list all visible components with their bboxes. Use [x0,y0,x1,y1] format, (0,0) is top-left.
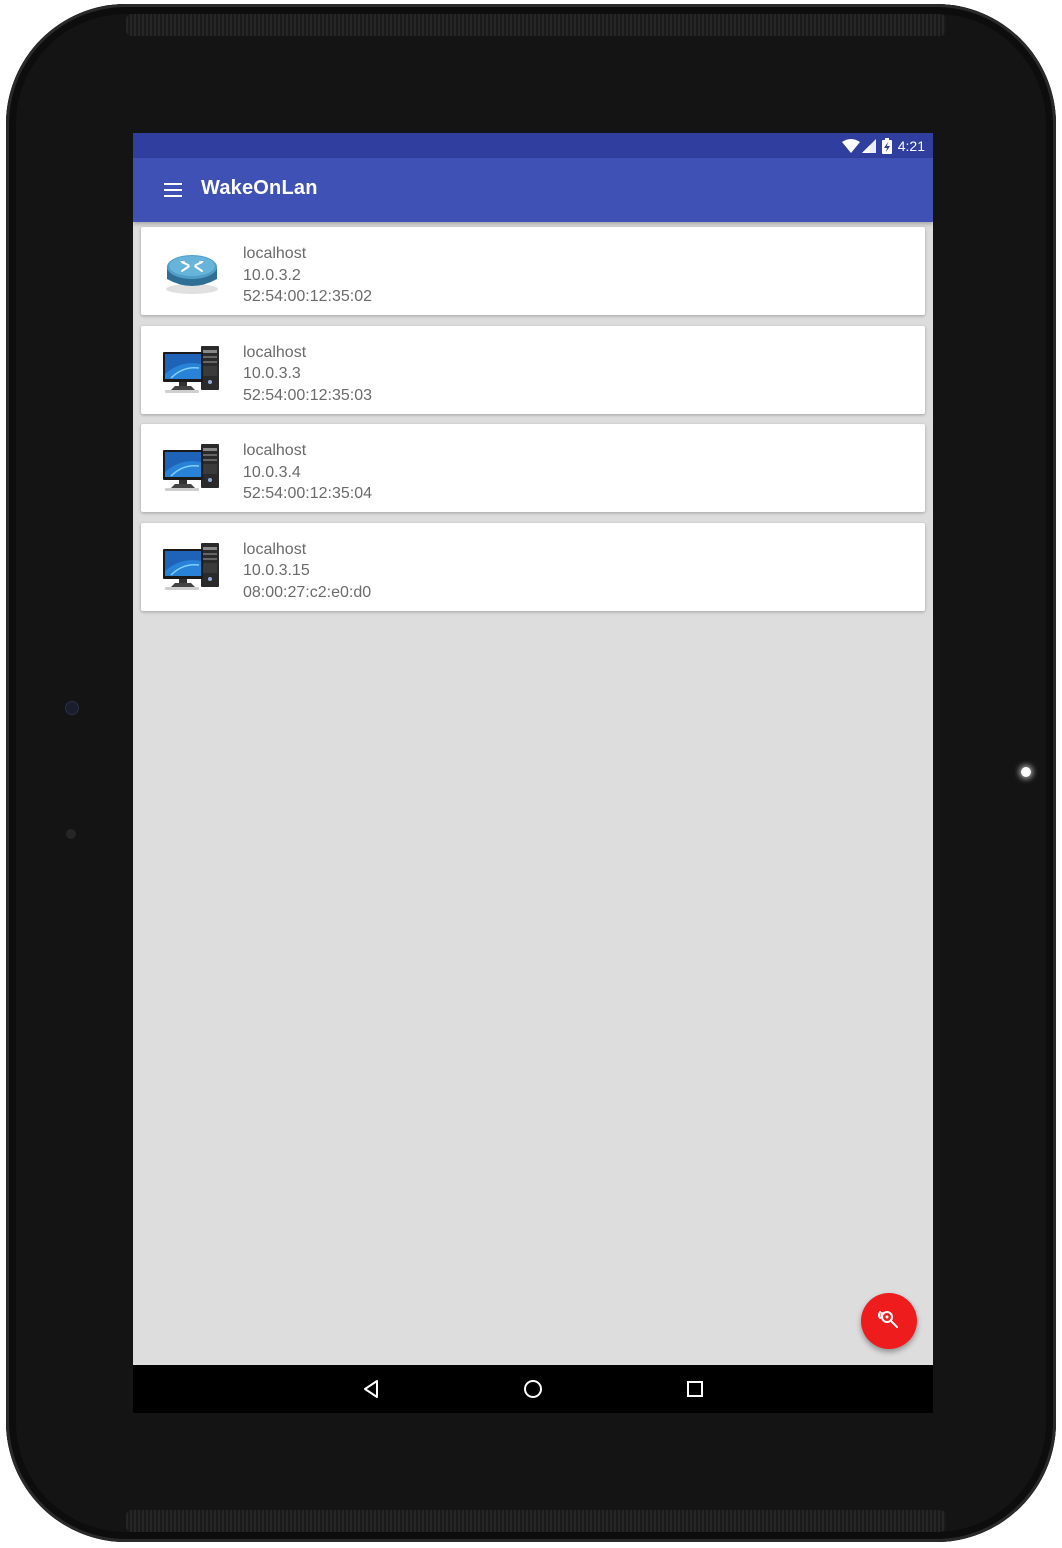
device-info: localhost 10.0.3.2 52:54:00:12:35:02 [243,243,372,308]
network-search-icon [877,1307,901,1336]
device-hostname: localhost [243,245,307,262]
wifi-icon [841,139,860,153]
device-ip: 10.0.3.2 [243,266,301,284]
cell-signal-icon [861,139,876,153]
device-mac: 52:54:00:12:35:04 [243,485,373,502]
top-speaker-grille [126,14,946,36]
router-icon [161,245,223,297]
app-bar: WakeOnLan [133,158,933,222]
back-icon[interactable] [355,1373,387,1405]
hamburger-menu-icon[interactable] [157,174,189,206]
device-info: localhost 10.0.3.3 52:54:00:12:35:03 [243,342,372,407]
device-ip: 10.0.3.4 [243,463,301,481]
computer-icon [161,442,223,494]
device-mac: 08:00:27:c2:e0:d0 [243,583,372,601]
device-list: localhost 10.0.3.2 52:54:00:12:35:02 loc… [141,227,925,621]
device-hostname: localhost [243,540,307,558]
status-time: 4:21 [897,138,925,154]
front-sensor [65,701,79,715]
device-card[interactable]: localhost 10.0.3.4 52:54:00:12:35:04 [141,424,925,512]
home-icon[interactable] [517,1373,549,1405]
light-sensor [66,829,76,839]
status-icons: 4:21 [841,136,925,156]
navigation-bar [133,1365,933,1413]
app-screen: 4:21 WakeOnLan localhost 10.0.3.2 52:54:… [133,133,933,1413]
camera-led [1021,767,1031,777]
device-info: localhost 10.0.3.15 08:00:27:c2:e0:d0 [243,539,371,604]
device-card[interactable]: localhost 10.0.3.2 52:54:00:12:35:02 [141,227,925,315]
app-title: WakeOnLan [201,177,318,199]
device-hostname: localhost [243,343,307,361]
bottom-speaker-grille [126,1510,946,1532]
device-card[interactable]: localhost 10.0.3.3 52:54:00:12:35:03 [141,325,925,414]
device-card[interactable]: localhost 10.0.3.15 08:00:27:c2:e0:d0 [141,522,925,611]
computer-icon [161,541,223,593]
battery-charging-icon [881,138,892,154]
recents-icon[interactable] [679,1373,711,1405]
status-bar: 4:21 [133,133,933,158]
network-search-fab[interactable] [861,1293,917,1349]
device-ip: 10.0.3.3 [243,365,301,382]
device-mac: 52:54:00:12:35:02 [243,288,373,305]
computer-icon [161,344,223,396]
device-ip: 10.0.3.15 [243,562,310,579]
device-hostname: localhost [243,442,307,459]
device-info: localhost 10.0.3.4 52:54:00:12:35:04 [243,440,372,505]
device-mac: 52:54:00:12:35:03 [243,386,373,404]
